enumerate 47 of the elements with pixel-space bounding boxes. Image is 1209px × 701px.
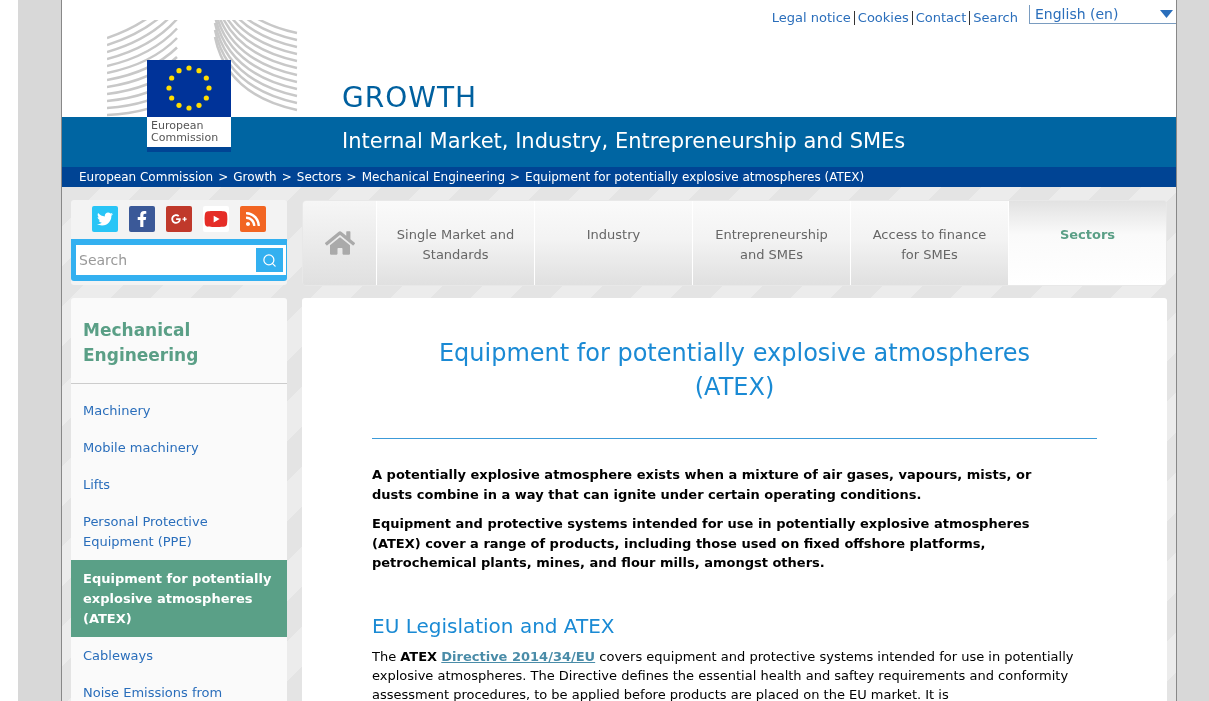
page-title: Equipment for potentially explosive atmospheres (ATEX) [437,338,1032,403]
sidebar-item[interactable]: Lifts [71,466,287,503]
nav-tab[interactable]: Industry [534,201,692,285]
rss-icon[interactable] [240,206,266,232]
nav-tab[interactable]: Access to finance for SMEs [850,201,1008,285]
nav-tab[interactable]: Single Market and Standards [376,201,534,285]
site-subtitle: Internal Market, Industry, Entrepreneurship and SMEs [342,128,906,156]
intro-paragraph: Equipment and protective systems intended for use in potentially explosive atmospheres (ATEX) cover a range of products, including those used on fixed offshore platforms, petrochemical plants, mines, and flour mills, amongst others. [372,515,1031,572]
breadcrumb-link[interactable]: Growth [233,168,277,186]
breadcrumb-separator: > [346,169,357,186]
facebook-icon[interactable] [129,206,155,232]
search-icon [262,252,277,268]
eu-flag-icon [147,60,231,117]
nav-tab[interactable]: Entrepreneurship and SMEs [692,201,850,285]
breadcrumb-link[interactable]: Mechanical Engineering [361,168,505,186]
home-icon [324,228,355,258]
breadcrumb-separator: > [510,169,521,186]
sidebar-item[interactable]: Mobile machinery [71,429,287,466]
top-link[interactable]: Cookies [857,8,909,28]
language-select[interactable]: English (en) [1029,5,1176,24]
google-plus-icon[interactable] [166,206,192,232]
body-paragraph: The ATEX Directive 2014/34/EU covers equipment and protective systems intended for use in potentially explosive atmospheres. The Directive defines the essential health and saftey requirements and conformity assessment procedures, to be applied before products are placed on the EU market. It is [372,647,1075,701]
top-link[interactable]: Legal notice [771,8,851,28]
breadcrumb-link[interactable]: Sectors [296,168,342,186]
top-link[interactable]: Contact [915,8,967,28]
sidebar-title: Mechanical Engineering [83,319,200,367]
breadcrumb-separator: > [281,169,292,186]
search-field[interactable]: Search [76,245,256,275]
breadcrumb-link[interactable]: Equipment for potentially explosive atmospheres (ATEX) [525,168,865,186]
directive-link[interactable]: Directive 2014/34/EU [441,648,596,664]
sidebar-item[interactable]: Equipment for potentially explosive atmospheres (ATEX) [71,560,287,637]
sidebar-item[interactable]: Machinery [71,392,287,429]
site-title: GROWTH [342,82,478,114]
section-heading: EU Legislation and ATEX [372,612,616,639]
logo-label: European Commission [151,120,220,144]
youtube-icon[interactable] [203,206,229,232]
search-button[interactable] [256,245,286,275]
top-link[interactable]: Search [973,8,1018,28]
sidebar-item[interactable]: Cableways [71,637,287,674]
dropdown-arrow-icon [1160,10,1173,18]
sidebar-item[interactable]: Personal Protective Equipment (PPE) [71,503,287,560]
breadcrumb-separator: > [218,169,229,186]
twitter-icon[interactable] [92,206,118,232]
sidebar-item[interactable]: Noise Emissions from [71,674,287,701]
nav-tab[interactable]: Sectors [1008,201,1166,285]
intro-paragraph: A potentially explosive atmosphere exists when a mixture of air gases, vapours, mists, or dusts combine in a way that can ignite under certain operating conditions. [372,466,1033,504]
breadcrumb-link[interactable]: European Commission [79,168,214,186]
